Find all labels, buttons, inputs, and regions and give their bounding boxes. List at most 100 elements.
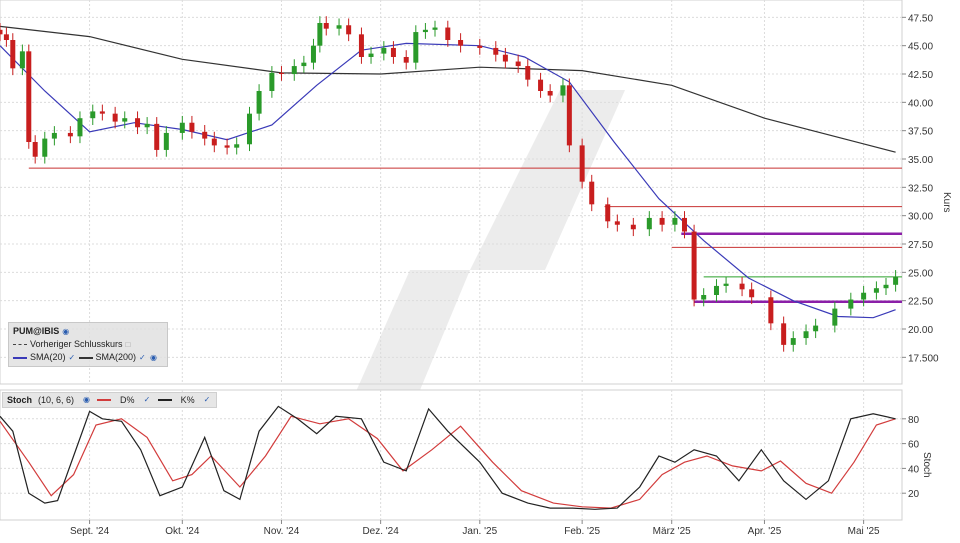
candle-body: [781, 323, 787, 345]
candle-body: [579, 145, 585, 182]
candle-body: [422, 29, 428, 33]
candle-body: [291, 66, 297, 74]
legend-symbol[interactable]: PUM@IBIS ◉: [13, 325, 163, 338]
price-ytick-label: 35.00: [908, 155, 933, 166]
sma200-line-icon: [78, 356, 93, 359]
candle-body: [77, 118, 83, 137]
candle-body: [458, 40, 464, 46]
candle-body: [51, 132, 57, 139]
candle-body: [67, 132, 73, 137]
sma20-line-icon: [13, 356, 27, 359]
candle-body: [701, 295, 707, 300]
candle-body: [646, 217, 652, 230]
candle-body: [211, 138, 217, 146]
candle-body: [691, 231, 697, 300]
candle-body: [317, 23, 323, 46]
k-line-icon: [157, 399, 172, 401]
candle-body: [26, 51, 32, 143]
candle-body: [873, 288, 879, 293]
candle-body: [154, 123, 160, 150]
candle-body: [403, 57, 409, 63]
d-line-icon: [97, 399, 112, 401]
candle-body: [525, 66, 531, 80]
candle-body: [122, 118, 128, 122]
candle-body: [723, 283, 729, 286]
candle-body: [493, 47, 499, 55]
candle-body: [368, 53, 374, 57]
price-ytick-label: 25.00: [908, 268, 933, 279]
candle-body: [445, 27, 451, 40]
x-tick-label: Dez. '24: [362, 526, 399, 537]
stoch-ytick-label: 80: [908, 415, 920, 426]
globe-icon[interactable]: ◉: [150, 353, 158, 362]
candle-body: [0, 29, 3, 35]
candle-body: [144, 123, 150, 128]
legend-prev-close[interactable]: Vorheriger Schlusskurs □: [13, 338, 163, 351]
checkmark-icon[interactable]: ✓: [69, 353, 77, 362]
globe-icon[interactable]: ◉: [83, 396, 91, 404]
candle-body: [768, 297, 774, 324]
candle-body: [42, 138, 48, 157]
candle-body: [19, 51, 25, 69]
candle-body: [790, 338, 796, 345]
candle-body: [246, 113, 252, 145]
candle-body: [749, 289, 755, 298]
candle-body: [99, 111, 105, 114]
candle-body: [90, 111, 96, 119]
checkmark-icon[interactable]: ✓: [139, 353, 147, 362]
chart-canvas: 17.500 20.00 22.50 25.00 27.50 30.00 32.50 35.0…: [0, 0, 952, 537]
candle-body: [358, 34, 364, 57]
candle-body: [681, 217, 687, 232]
candle-body: [336, 25, 342, 29]
candle-body: [861, 292, 867, 300]
legend-sma200-label[interactable]: SMA(200): [96, 351, 137, 364]
candle-body: [346, 25, 352, 35]
candle-body: [381, 47, 387, 54]
candle-body: [614, 221, 620, 225]
x-tick-label: Feb. '25: [564, 526, 600, 537]
candle-body: [224, 145, 230, 148]
price-ytick-label: 37.50: [908, 127, 933, 138]
price-ytick-label: 30.00: [908, 212, 933, 223]
candle-body: [739, 283, 745, 290]
candle-body: [234, 144, 240, 148]
price-ytick-label: 32.50: [908, 183, 933, 194]
price-panel: 17.500 20.00 22.50 25.00 27.50 30.00 32.50 35.0…: [0, 0, 939, 450]
candle-body: [310, 45, 316, 63]
candle-body: [538, 79, 544, 91]
candle-body: [515, 61, 521, 67]
legend-sma20-label[interactable]: SMA(20): [30, 351, 66, 364]
candle-body: [432, 27, 438, 30]
candle-body: [832, 308, 838, 326]
price-legend: PUM@IBIS ◉ Vorheriger Schlusskurs □ SMA(…: [8, 322, 168, 367]
candle-body: [3, 34, 9, 40]
candle-body: [672, 217, 678, 225]
candle-body: [269, 72, 275, 91]
stoch-k-label[interactable]: K%: [181, 393, 195, 407]
x-tick-label: Jan. '25: [462, 526, 497, 537]
x-tick-label: Sept. '24: [70, 526, 110, 537]
price-ytick-label: 17.500: [908, 353, 939, 364]
legend-sma-row: SMA(20) ✓ SMA(200) ✓ ◉: [13, 351, 163, 364]
x-tick-label: Nov. '24: [264, 526, 300, 537]
candle-body: [256, 91, 262, 114]
candle-body: [630, 224, 636, 230]
price-ylabel: Kurs: [941, 192, 952, 213]
checkmark-icon[interactable]: ✓: [144, 396, 152, 404]
globe-icon[interactable]: ◉: [62, 327, 70, 336]
x-tick-label: März '25: [653, 526, 691, 537]
x-tick-label: Okt. '24: [165, 526, 200, 537]
candle-body: [323, 23, 329, 29]
checkbox-icon[interactable]: □: [126, 340, 134, 349]
stoch-ytick-label: 60: [908, 440, 920, 451]
stoch-params: (10, 6, 6): [38, 395, 75, 405]
legend-symbol-label: PUM@IBIS: [13, 326, 60, 336]
candle-body: [605, 204, 611, 222]
checkmark-icon[interactable]: ✓: [204, 396, 212, 404]
candle-body: [589, 181, 595, 205]
candle-body: [848, 299, 854, 309]
candle-body: [659, 217, 665, 225]
stoch-d-label[interactable]: D%: [120, 393, 135, 407]
candle-body: [713, 285, 719, 295]
price-ytick-label: 45.00: [908, 42, 933, 53]
